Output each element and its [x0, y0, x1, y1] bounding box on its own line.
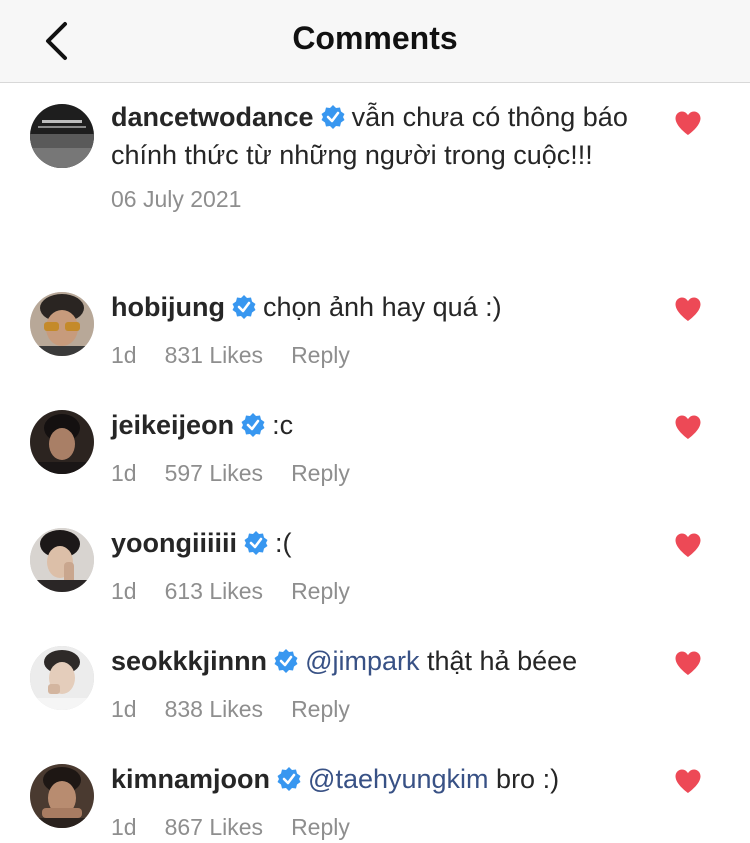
comment-text: :(	[275, 528, 292, 558]
comment-text: bro :)	[496, 764, 560, 794]
reply-button[interactable]: Reply	[291, 460, 350, 487]
verified-badge-icon	[240, 412, 266, 446]
avatar[interactable]	[30, 764, 94, 828]
avatar[interactable]	[30, 410, 94, 474]
verified-badge-icon	[273, 648, 299, 682]
comment-text: thật hả béee	[427, 646, 578, 676]
verified-badge-icon	[276, 766, 302, 800]
username[interactable]: hobijung	[111, 292, 225, 322]
comment-age: 1d	[111, 696, 137, 722]
heart-filled-icon[interactable]	[674, 768, 702, 794]
comment-meta: 1d 613 Likes Reply	[111, 578, 641, 605]
reply-button[interactable]: Reply	[291, 814, 350, 841]
mention-link[interactable]: @taehyungkim	[308, 764, 489, 794]
verified-badge-icon	[243, 530, 269, 564]
mention-link[interactable]: @jimpark	[305, 646, 419, 676]
comment-age: 1d	[111, 460, 137, 486]
comment-age: 1d	[111, 814, 137, 840]
comment-meta: 1d 838 Likes Reply	[111, 696, 641, 723]
heart-filled-icon[interactable]	[674, 532, 702, 558]
comment-meta: 1d 831 Likes Reply	[111, 342, 641, 369]
avatar[interactable]	[30, 104, 94, 168]
comment-text: chọn ảnh hay quá :)	[262, 292, 502, 322]
comment-age: 1d	[111, 578, 137, 604]
username[interactable]: dancetwodance	[111, 102, 314, 132]
comment-meta: 06 July 2021	[111, 186, 641, 213]
heart-filled-icon[interactable]	[674, 650, 702, 676]
avatar[interactable]	[30, 528, 94, 592]
comment-meta: 1d 597 Likes Reply	[111, 460, 641, 487]
like-count[interactable]: 838 Likes	[165, 696, 263, 723]
like-count[interactable]: 597 Likes	[165, 460, 263, 487]
verified-badge-icon	[231, 294, 257, 328]
reply-button[interactable]: Reply	[291, 578, 350, 605]
comment-date: 06 July 2021	[111, 186, 242, 212]
heart-filled-icon[interactable]	[674, 414, 702, 440]
avatar[interactable]	[30, 646, 94, 710]
username[interactable]: yoongiiiiii	[111, 528, 237, 558]
heart-filled-icon[interactable]	[674, 110, 702, 136]
like-count[interactable]: 867 Likes	[165, 814, 263, 841]
like-count[interactable]: 831 Likes	[165, 342, 263, 369]
heart-filled-icon[interactable]	[674, 296, 702, 322]
username[interactable]: seokkkjinnn	[111, 646, 267, 676]
reply-button[interactable]: Reply	[291, 696, 350, 723]
verified-badge-icon	[320, 104, 346, 138]
like-count[interactable]: 613 Likes	[165, 578, 263, 605]
username[interactable]: kimnamjoon	[111, 764, 270, 794]
comment-meta: 1d 867 Likes Reply	[111, 814, 641, 841]
avatar[interactable]	[30, 292, 94, 356]
page-title: Comments	[292, 20, 458, 56]
comment-age: 1d	[111, 342, 137, 368]
reply-button[interactable]: Reply	[291, 342, 350, 369]
comment-text: :c	[272, 410, 294, 440]
header-bar: Comments	[0, 0, 750, 83]
username[interactable]: jeikeijeon	[111, 410, 234, 440]
